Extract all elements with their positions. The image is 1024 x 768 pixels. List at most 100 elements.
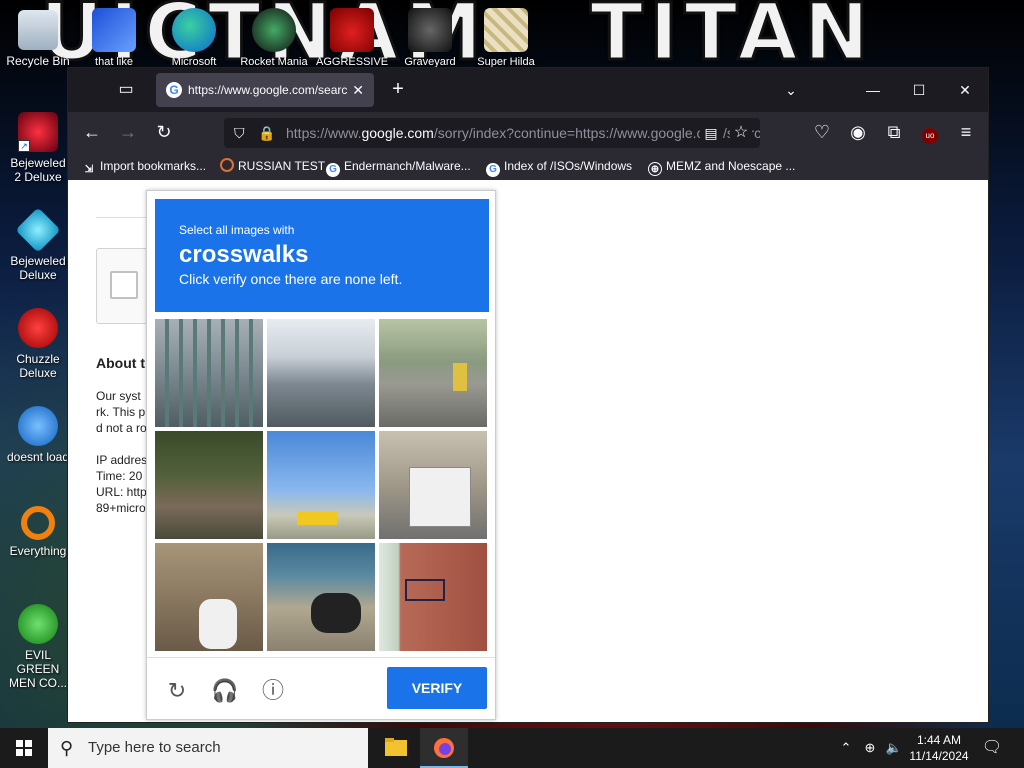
reload-challenge-icon[interactable]: ↻	[163, 677, 191, 705]
image-tile-brick-building-fire-escape[interactable]	[379, 543, 487, 651]
image-tile-city-traffic[interactable]	[267, 319, 375, 427]
bookmark-import[interactable]: ⇲ Import bookmarks...	[82, 152, 206, 180]
desktop-icon-green-men[interactable]: EVIL GREEN MEN CO...	[6, 604, 70, 690]
volume-speaker-icon[interactable]: 🔈	[884, 728, 904, 768]
bookmark-isos-windows[interactable]: G Index of /ISOs/Windows	[486, 152, 632, 180]
network-globe-icon[interactable]: ⊕	[860, 728, 880, 768]
image-grid	[155, 319, 489, 651]
desktop-icon-recycle-bin[interactable]: Recycle Bin	[6, 10, 70, 68]
address-bar[interactable]: ⛉ 🔒 https://www.google.com/sorry/index?c…	[224, 118, 760, 148]
desktop-icon-super-hilda[interactable]: Super Hilda	[470, 8, 542, 68]
maximize-button[interactable]: ☐	[904, 76, 934, 104]
rocket-mania-icon	[252, 8, 296, 52]
bookmark-label: MEMZ and Noescape ...	[666, 159, 796, 173]
desktop-icon-label: doesnt load	[6, 450, 70, 464]
bookmark-endermanch[interactable]: G Endermanch/Malware...	[326, 152, 471, 180]
image-tile-house-porch[interactable]	[155, 431, 263, 539]
close-window-button[interactable]: ✕	[950, 76, 980, 104]
reader-view-icon[interactable]: ▤	[700, 118, 722, 148]
forward-button[interactable]: →	[114, 120, 142, 144]
tab-google-search[interactable]: G https://www.google.com/search ✕	[156, 73, 374, 107]
desktop-icon-chuzzle[interactable]: Chuzzle Deluxe	[6, 308, 70, 380]
pocket-icon[interactable]: ♡	[808, 120, 836, 144]
google-icon: G	[326, 163, 340, 177]
bookmark-label: RUSSIAN TEST	[238, 159, 326, 173]
page-paragraph-line: d not a ro	[96, 421, 147, 435]
ip-address-line: IP addres	[96, 453, 148, 467]
recycle-bin-icon	[18, 10, 58, 50]
notifications-icon[interactable]: 🗨	[980, 728, 1004, 768]
account-icon[interactable]: ◉	[844, 120, 872, 144]
page-paragraph-line: Our syst	[96, 389, 141, 403]
desktop-icon-bejeweled-2[interactable]: ↗ Bejeweled 2 Deluxe	[6, 112, 70, 184]
folder-icon	[385, 738, 407, 756]
challenge-target: crosswalks	[179, 241, 309, 268]
desktop-icon-bejeweled[interactable]: Bejeweled Deluxe	[6, 207, 70, 282]
help-info-icon[interactable]: ⓘ	[259, 677, 287, 705]
globe-icon: ⊕	[648, 162, 662, 176]
verify-button[interactable]: VERIFY	[387, 667, 487, 709]
russian-test-icon	[220, 158, 234, 172]
bookmark-russian-test[interactable]: RUSSIAN TEST	[220, 152, 325, 180]
mpl-app-icon	[92, 8, 136, 52]
ublock-origin-icon[interactable]: uo	[916, 120, 944, 144]
shortcut-arrow-icon: ↗	[18, 140, 30, 152]
reload-button[interactable]: ↻	[150, 120, 178, 144]
chuzzle-icon	[18, 308, 58, 348]
edge-icon	[172, 8, 216, 52]
image-tile-street-white-bus[interactable]	[379, 431, 487, 539]
firefox-icon	[434, 738, 454, 758]
search-icon: ⚲	[60, 738, 74, 758]
desktop-icon-edge[interactable]: Microsoft	[158, 8, 230, 68]
close-tab-icon[interactable]: ✕	[352, 73, 364, 107]
clock-time: 1:44 AM	[916, 733, 962, 747]
green-men-icon	[18, 604, 58, 644]
tracking-protection-shield-icon[interactable]: ⛉	[234, 118, 245, 148]
desktop-icon-rocket-mania[interactable]: Rocket Mania	[238, 8, 310, 68]
extensions-puzzle-icon[interactable]: ⧉	[880, 120, 908, 144]
list-all-tabs-chevron-icon[interactable]: ⌄	[776, 76, 806, 104]
start-button[interactable]	[0, 728, 48, 768]
image-tile-street-bus-cars[interactable]	[379, 319, 487, 427]
audio-challenge-headphones-icon[interactable]: 🎧	[211, 677, 239, 705]
bookmark-label: Index of /ISOs/Windows	[504, 159, 633, 173]
firefox-view-button[interactable]: ▭	[114, 78, 138, 102]
time-line: Time: 20	[96, 469, 143, 483]
bookmark-memz[interactable]: ⊕ MEMZ and Noescape ...	[648, 152, 795, 180]
desktop-icon-everything[interactable]: Everything	[6, 506, 70, 558]
app-menu-hamburger-icon[interactable]: ≡	[952, 120, 980, 144]
recaptcha-checkbox[interactable]	[110, 271, 138, 299]
taskbar-file-explorer[interactable]	[372, 728, 420, 768]
desktop-icon-label: EVIL GREEN MEN CO...	[8, 648, 67, 690]
image-tile-fence-and-car[interactable]	[155, 319, 263, 427]
image-tile-boy-on-scooter[interactable]	[155, 543, 263, 651]
taskbar-search-box[interactable]: ⚲ Type here to search	[48, 728, 368, 768]
lock-icon[interactable]: 🔒	[258, 118, 275, 148]
about-heading: About th	[96, 355, 154, 371]
back-button[interactable]: ←	[78, 120, 106, 144]
search-placeholder: Type here to search	[88, 739, 221, 756]
bejeweled-icon	[15, 207, 61, 253]
angry-birds-icon	[330, 8, 374, 52]
desktop-icon-label: Recycle Bin	[6, 54, 70, 68]
image-tile-field-and-van[interactable]	[267, 431, 375, 539]
minimize-button[interactable]: —	[858, 76, 888, 104]
image-tile-parked-motorcycle[interactable]	[267, 543, 375, 651]
taskbar-clock[interactable]: 1:44 AM 11/14/2024	[906, 732, 972, 764]
desktop-icon-angry-birds[interactable]: AGGRESSIVE	[316, 8, 388, 68]
desktop-icon-graveyard[interactable]: Graveyard	[394, 8, 466, 68]
tab-bar: ▭ G https://www.google.com/search ✕ + ⌄ …	[68, 68, 988, 112]
google-icon: G	[486, 163, 500, 177]
super-hilda-icon	[484, 8, 528, 52]
challenge-header: Select all images with crosswalks Click …	[155, 199, 489, 312]
url-prefix: https://www.	[286, 125, 362, 141]
taskbar-firefox[interactable]	[420, 728, 468, 768]
challenge-instruction: Select all images with	[179, 223, 295, 237]
bookmark-star-icon[interactable]: ☆	[730, 118, 752, 148]
desktop-icon-thunderbird[interactable]: doesnt load	[6, 406, 70, 464]
banner-text-right: TITAN	[588, 0, 876, 70]
desktop-icon-label: Bejeweled Deluxe	[10, 254, 66, 282]
new-tab-button[interactable]: +	[386, 78, 410, 102]
show-hidden-icons-chevron[interactable]: ⌃	[838, 728, 854, 768]
thunderbird-icon	[18, 406, 58, 446]
